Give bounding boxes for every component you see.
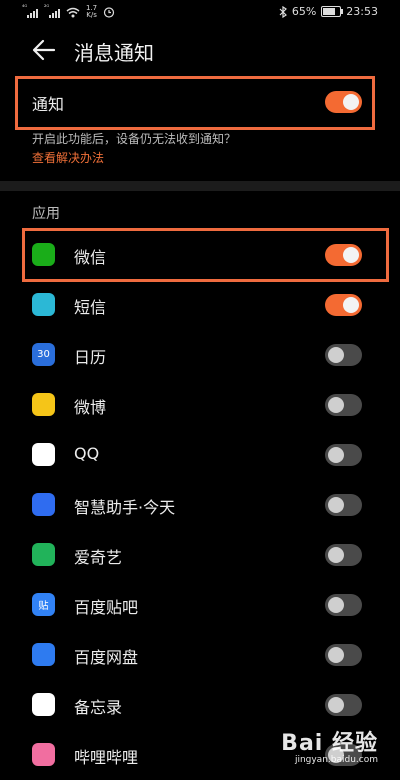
back-arrow-icon[interactable]	[30, 36, 58, 64]
sms-icon	[32, 293, 55, 316]
hint-text: 开启此功能后，设备仍无法收到通知？	[32, 132, 237, 146]
app-name: 微博	[74, 398, 107, 417]
netdisk-icon	[32, 643, 55, 666]
status-bar: ⁴ᴳ ²ᴳ 1.7 K/s 65% 23:53	[0, 0, 400, 26]
app-notification-toggle[interactable]	[325, 294, 362, 316]
app-notification-toggle[interactable]	[325, 544, 362, 566]
bluetooth-icon	[279, 5, 287, 18]
net-speed: 1.7 K/s	[86, 4, 98, 19]
app-row[interactable]: 备忘录	[0, 680, 400, 730]
app-notification-toggle[interactable]	[325, 344, 362, 366]
qq-icon	[32, 443, 55, 466]
battery-icon	[321, 6, 344, 17]
notes-icon	[32, 693, 55, 716]
status-left: ⁴ᴳ ²ᴳ 1.7 K/s	[22, 4, 115, 19]
app-row[interactable]: 智慧助手·今天	[0, 480, 400, 530]
app-name: 百度网盘	[74, 648, 139, 667]
app-notification-toggle[interactable]	[325, 694, 362, 716]
wifi-icon	[66, 7, 80, 17]
alarm-icon	[104, 7, 115, 18]
app-name: 哔哩哔哩	[74, 748, 139, 767]
app-notification-toggle[interactable]	[325, 644, 362, 666]
app-name: 爱奇艺	[74, 548, 123, 567]
app-name: 短信	[74, 298, 107, 317]
signal-icon: ⁴ᴳ	[22, 4, 38, 18]
solution-link[interactable]: 查看解决办法	[32, 149, 104, 166]
app-name: 百度贴吧	[74, 598, 139, 617]
app-row[interactable]: 爱奇艺	[0, 530, 400, 580]
watermark-logo: Bai 经验 jingyan.baidu.com	[281, 731, 378, 765]
app-name: 日历	[74, 348, 107, 367]
highlight-box-wechat	[22, 228, 389, 282]
calendar-icon: 30	[32, 343, 55, 366]
app-header: 消息通知	[0, 26, 400, 74]
section-divider	[0, 181, 400, 191]
app-row[interactable]: 短信	[0, 280, 400, 330]
app-notification-toggle[interactable]	[325, 494, 362, 516]
weibo-icon	[32, 393, 55, 416]
clock: 23:53	[346, 5, 378, 18]
status-right: 65% 23:53	[279, 5, 378, 18]
bilibili-icon	[32, 743, 55, 766]
app-notification-toggle[interactable]	[325, 394, 362, 416]
app-notification-toggle[interactable]	[325, 594, 362, 616]
app-row[interactable]: QQ	[0, 430, 400, 480]
app-row[interactable]: 百度网盘	[0, 630, 400, 680]
tieba-icon: 贴	[32, 593, 55, 616]
app-row[interactable]: 贴百度贴吧	[0, 580, 400, 630]
battery-percent: 65%	[291, 5, 317, 18]
app-name: QQ	[74, 444, 100, 463]
signal-icon-2: ²ᴳ	[44, 4, 60, 18]
app-row[interactable]: 30 日历	[0, 330, 400, 380]
app-notification-toggle[interactable]	[325, 444, 362, 466]
highlight-box-master	[15, 76, 375, 130]
page-title: 消息通知	[74, 41, 154, 65]
app-row[interactable]: 微博	[0, 380, 400, 430]
app-name: 智慧助手·今天	[74, 498, 176, 517]
assistant-icon	[32, 493, 55, 516]
iqiyi-icon	[32, 543, 55, 566]
app-name: 备忘录	[74, 698, 123, 717]
section-title-apps: 应用	[32, 206, 60, 222]
